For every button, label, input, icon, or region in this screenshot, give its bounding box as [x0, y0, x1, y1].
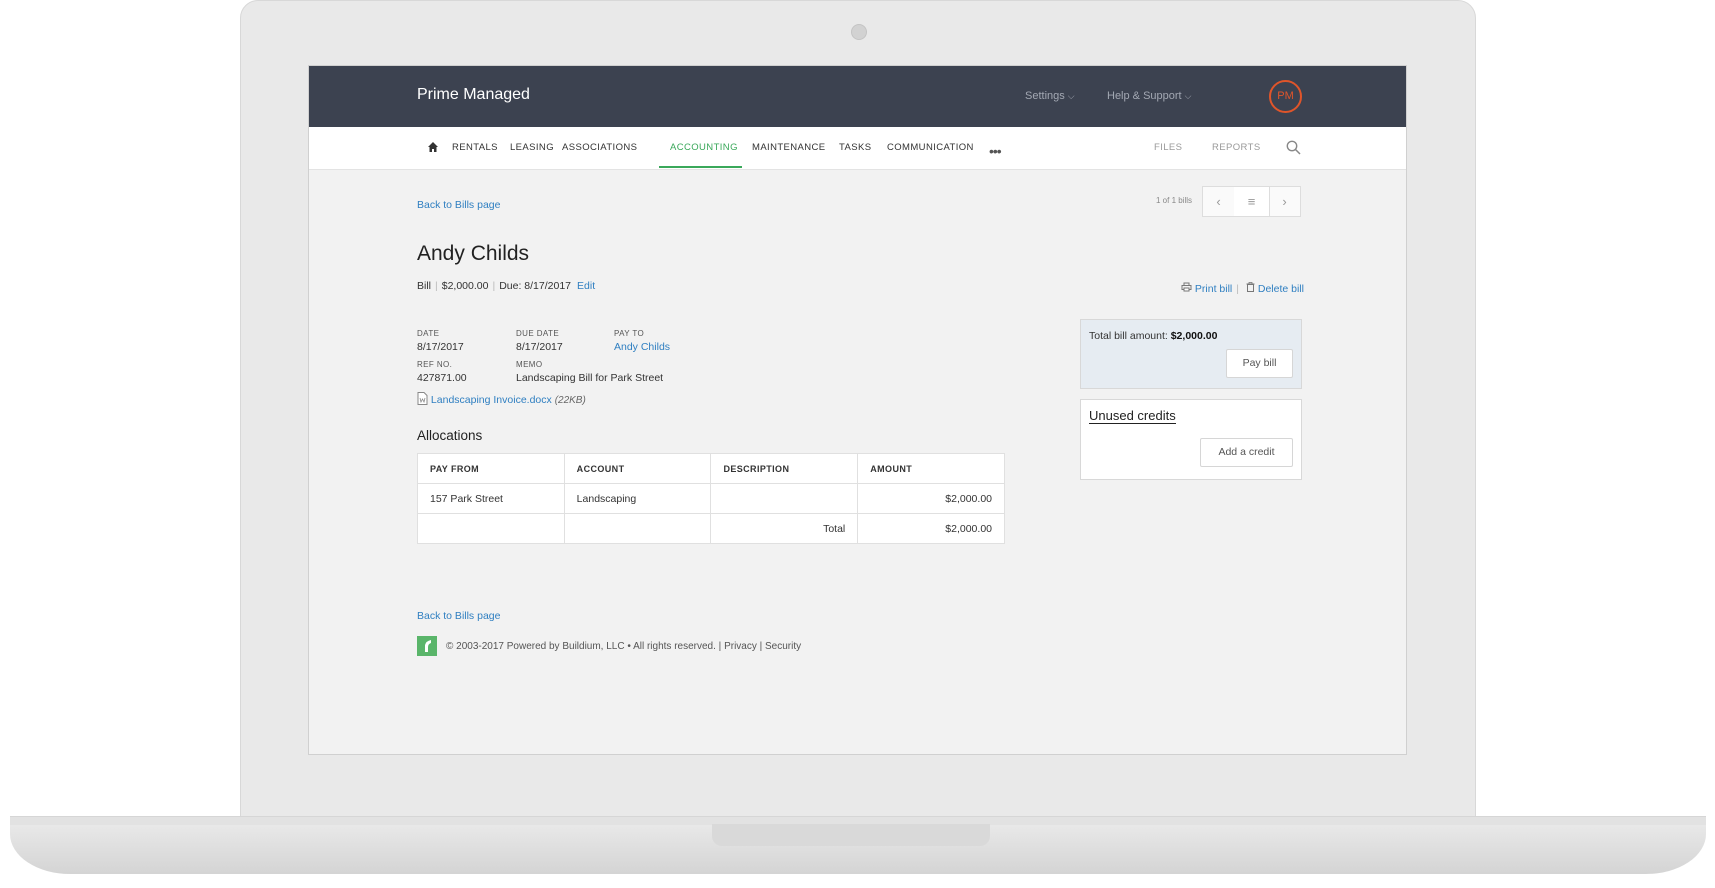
print-bill-link[interactable]: Print bill	[1195, 283, 1232, 295]
table-row: 157 Park Street Landscaping $2,000.00	[417, 483, 1005, 514]
date-value: 8/17/2017	[417, 341, 464, 353]
nav-item-associations[interactable]: ASSOCIATIONS	[562, 142, 637, 153]
table-cell: Landscaping	[563, 483, 712, 514]
chevron-down-icon: ⌵	[1184, 91, 1192, 101]
main-nav: RENTALS LEASING ASSOCIATIONS ACCOUNTING …	[309, 127, 1406, 170]
table-cell: $2,000.00	[857, 483, 1005, 514]
document-icon	[417, 392, 428, 406]
help-support-label: Help & Support	[1107, 90, 1182, 102]
chevron-right-icon: ›	[1282, 194, 1287, 209]
table-cell	[417, 513, 565, 544]
attachment: Landscaping Invoice.docx (22KB)	[417, 392, 586, 406]
bill-actions: Print bill | Delete bill	[1181, 282, 1304, 295]
pager-count: 1 of 1 bills	[1156, 196, 1193, 205]
pay-to-link[interactable]: Andy Childs	[614, 341, 670, 353]
top-bar: Prime Managed Settings ⌵ Help & Support ⌵ …	[309, 66, 1406, 127]
ref-no-value: 427871.00	[417, 372, 467, 384]
nav-item-tasks[interactable]: TASKS	[839, 142, 871, 153]
delete-bill-link[interactable]: Delete bill	[1258, 283, 1304, 295]
total-bill-amount: Total bill amount: $2,000.00	[1089, 330, 1217, 342]
edit-link[interactable]: Edit	[577, 280, 595, 292]
camera-icon	[851, 24, 867, 40]
nav-item-accounting[interactable]: ACCOUNTING	[670, 142, 738, 153]
total-label: Total	[710, 513, 859, 544]
search-icon[interactable]	[1286, 140, 1301, 160]
settings-menu[interactable]: Settings ⌵	[1025, 90, 1075, 102]
table-header-row: PAY FROM ACCOUNT DESCRIPTION AMOUNT	[417, 453, 1005, 484]
unused-credits-card: Unused credits Add a credit	[1080, 399, 1302, 480]
add-credit-button[interactable]: Add a credit	[1200, 438, 1293, 467]
list-icon: ≡	[1247, 194, 1256, 209]
privacy-link[interactable]: Privacy	[724, 641, 757, 652]
nav-item-communication[interactable]: COMMUNICATION	[887, 142, 974, 153]
page-title: Andy Childs	[417, 242, 530, 265]
footer-text: © 2003-2017 Powered by Buildium, LLC • A…	[446, 641, 802, 652]
table-cell: 157 Park Street	[417, 483, 565, 514]
allocations-table: PAY FROM ACCOUNT DESCRIPTION AMOUNT 157 …	[417, 453, 1005, 544]
chevron-down-icon: ⌵	[1067, 91, 1075, 101]
date-label: DATE	[417, 329, 440, 338]
footer-back-to-bills-link[interactable]: Back to Bills page	[417, 610, 500, 622]
bill-type: Bill	[417, 280, 432, 292]
ref-no-label: REF NO.	[417, 360, 453, 369]
prev-bill-button[interactable]: ‹	[1203, 187, 1235, 216]
bill-amount: $2,000.00	[441, 280, 489, 292]
chevron-left-icon: ‹	[1216, 194, 1221, 209]
nav-item-reports[interactable]: REPORTS	[1212, 142, 1261, 153]
total-bill-card: Total bill amount: $2,000.00 Pay bill	[1080, 319, 1302, 389]
column-header: DESCRIPTION	[710, 453, 859, 484]
bill-due: Due: 8/17/2017	[499, 280, 572, 292]
attachment-link[interactable]: Landscaping Invoice.docx	[431, 394, 552, 406]
brand-name[interactable]: Prime Managed	[417, 86, 530, 104]
due-date-label: DUE DATE	[516, 329, 560, 338]
nav-item-files[interactable]: FILES	[1154, 142, 1182, 153]
allocations-title: Allocations	[417, 428, 483, 443]
table-cell	[563, 513, 712, 544]
nav-item-rentals[interactable]: RENTALS	[452, 142, 498, 153]
bill-summary: Bill | $2,000.00 | Due: 8/17/2017 Edit	[417, 280, 596, 292]
due-date-value: 8/17/2017	[516, 341, 563, 353]
bill-list-button[interactable]: ≡	[1234, 187, 1270, 216]
pager: ‹ ≡ ›	[1202, 186, 1301, 217]
nav-item-maintenance[interactable]: MAINTENANCE	[752, 142, 826, 153]
settings-label: Settings	[1025, 90, 1065, 102]
buildium-logo	[417, 636, 437, 656]
active-tab-indicator	[659, 166, 742, 168]
attachment-size: (22KB)	[554, 395, 586, 406]
memo-label: MEMO	[516, 360, 543, 369]
total-bill-value: $2,000.00	[1170, 330, 1218, 342]
home-icon[interactable]	[427, 140, 439, 158]
total-value: $2,000.00	[857, 513, 1005, 544]
more-icon[interactable]: •••	[989, 143, 1002, 159]
table-cell	[710, 483, 859, 514]
copyright-text: © 2003-2017 Powered by Buildium, LLC • A…	[446, 641, 716, 652]
column-header: PAY FROM	[417, 453, 565, 484]
laptop-notch	[712, 824, 990, 846]
next-bill-button[interactable]: ›	[1269, 187, 1300, 216]
help-support-menu[interactable]: Help & Support ⌵	[1107, 90, 1191, 102]
print-icon[interactable]	[1181, 282, 1192, 295]
trash-icon[interactable]	[1246, 282, 1255, 295]
security-link[interactable]: Security	[765, 641, 801, 652]
column-header: ACCOUNT	[563, 453, 712, 484]
pay-to-label: PAY TO	[614, 329, 645, 338]
total-bill-label: Total bill amount:	[1089, 330, 1168, 342]
memo-value: Landscaping Bill for Park Street	[516, 372, 664, 384]
table-total-row: Total $2,000.00	[417, 513, 1005, 544]
nav-item-leasing[interactable]: LEASING	[510, 142, 554, 153]
pay-bill-button[interactable]: Pay bill	[1226, 349, 1293, 378]
unused-credits-title[interactable]: Unused credits	[1089, 408, 1176, 424]
column-header: AMOUNT	[857, 453, 1005, 484]
back-to-bills-link[interactable]: Back to Bills page	[417, 199, 500, 211]
avatar[interactable]: PM	[1269, 80, 1302, 113]
app-screen: Prime Managed Settings ⌵ Help & Support ⌵ …	[308, 65, 1407, 755]
